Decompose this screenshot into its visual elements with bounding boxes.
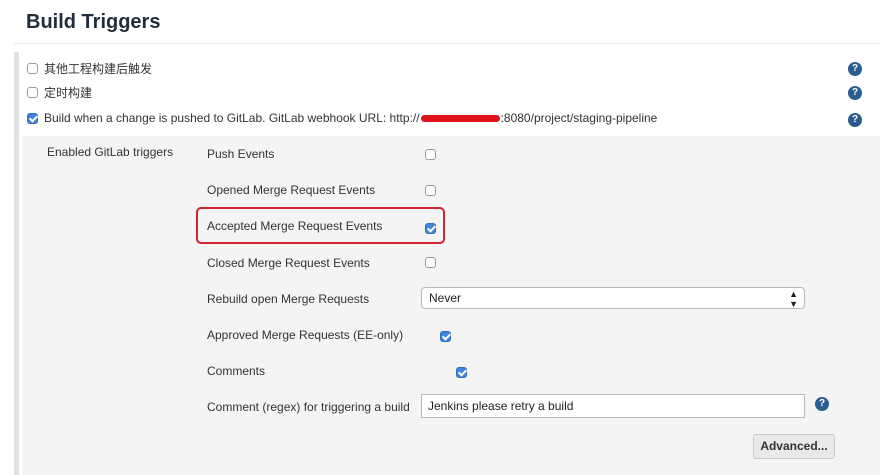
closed-mr-events-checkbox[interactable] <box>425 257 436 268</box>
gitlab-triggers-title: Enabled GitLab triggers <box>47 145 174 159</box>
help-icon[interactable]: ? <box>848 62 862 76</box>
approved-mr-label: Approved Merge Requests (EE-only) <box>207 328 404 342</box>
push-events-checkbox[interactable] <box>425 149 436 160</box>
trigger-gitlab-push[interactable]: Build when a change is pushed to GitLab.… <box>27 111 657 125</box>
rebuild-open-mr-value: Never <box>429 291 462 305</box>
approved-mr-checkbox[interactable] <box>440 331 452 342</box>
webhook-url-suffix: :8080/project/staging-pipeline <box>500 111 658 125</box>
trigger-build-periodically-checkbox[interactable] <box>27 87 38 98</box>
opened-mr-events-label: Opened Merge Request Events <box>207 183 376 197</box>
closed-mr-events-label: Closed Merge Request Events <box>207 256 370 270</box>
page-title: Build Triggers <box>26 11 161 33</box>
trigger-gitlab-push-checkbox[interactable] <box>27 112 38 124</box>
trigger-build-periodically-label: 定时构建 <box>44 86 93 100</box>
trigger-build-after-other-projects-label: 其他工程构建后触发 <box>44 62 153 76</box>
trigger-build-after-other-projects-checkbox[interactable] <box>27 63 38 74</box>
help-icon[interactable]: ? <box>848 113 862 127</box>
comment-regex-label: Comment (regex) for triggering a build <box>207 400 410 414</box>
trigger-build-periodically[interactable]: 定时构建 <box>27 84 92 101</box>
highlight-annotation <box>196 207 445 244</box>
comments-checkbox[interactable] <box>455 367 467 378</box>
push-events-label: Push Events <box>207 147 275 161</box>
select-arrows-icon: ▲ ▼ <box>789 289 798 309</box>
trigger-build-after-other-projects[interactable]: 其他工程构建后触发 <box>27 60 152 77</box>
advanced-button[interactable]: Advanced... <box>753 434 835 459</box>
help-icon[interactable]: ? <box>848 86 862 100</box>
section-indent-bar <box>14 52 19 475</box>
redaction-mark <box>420 115 500 123</box>
help-icon[interactable]: ? <box>815 397 829 411</box>
opened-mr-events-checkbox[interactable] <box>425 185 436 196</box>
comments-label: Comments <box>207 364 266 378</box>
section-divider <box>14 43 880 44</box>
trigger-gitlab-push-label: Build when a change is pushed to GitLab.… <box>44 111 657 125</box>
rebuild-open-mr-select[interactable]: Never ▲ ▼ <box>421 287 805 309</box>
webhook-url-prefix: Build when a change is pushed to GitLab.… <box>44 111 420 125</box>
rebuild-open-mr-label: Rebuild open Merge Requests <box>207 292 370 306</box>
comment-regex-input[interactable]: Jenkins please retry a build <box>421 394 805 418</box>
